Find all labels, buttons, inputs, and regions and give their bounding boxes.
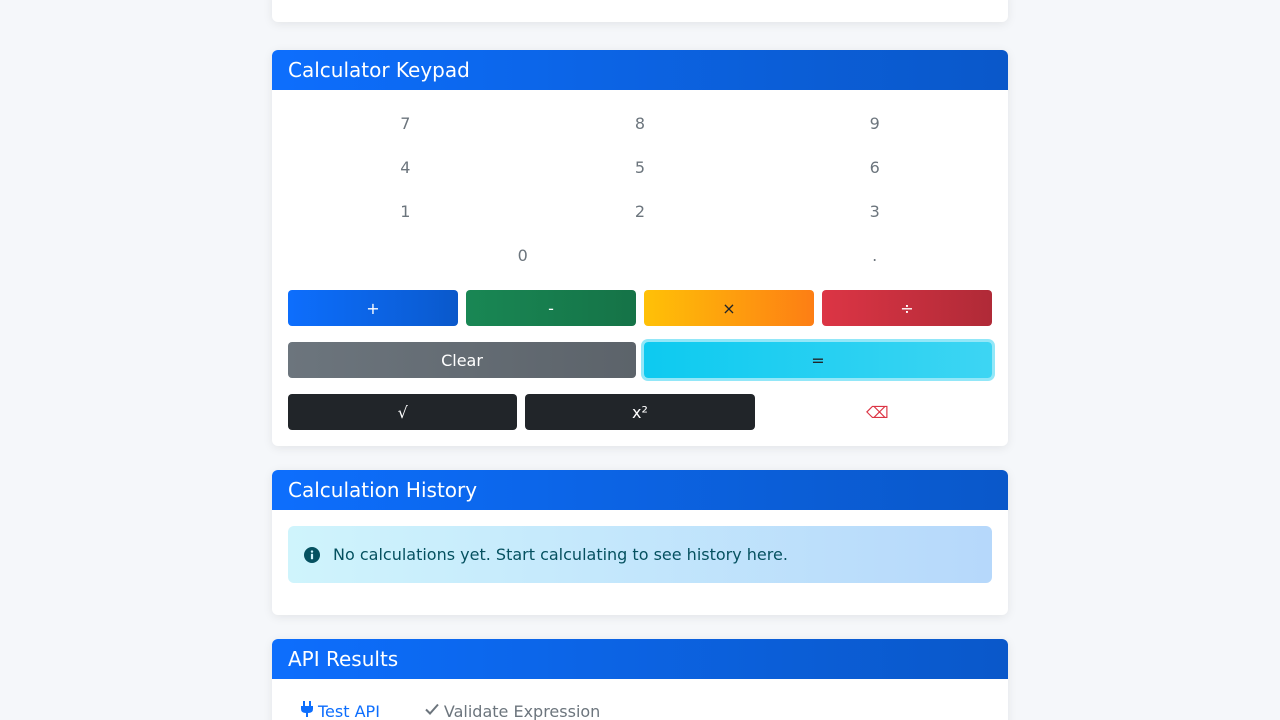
- divide-button[interactable]: ÷: [822, 290, 992, 326]
- info-circle-icon: [304, 546, 320, 563]
- digit-0-button[interactable]: 0: [288, 237, 757, 273]
- digit-3-button[interactable]: 3: [757, 193, 992, 229]
- api-results-card: API Results Test API Validate Expression: [272, 639, 1008, 720]
- digit-1-button[interactable]: 1: [288, 193, 523, 229]
- check-icon: [424, 701, 440, 720]
- action-row: Clear =: [288, 342, 992, 378]
- plug-icon: [300, 701, 314, 720]
- digit-9-button[interactable]: 9: [757, 105, 992, 141]
- keypad-card: Calculator Keypad 7 8 9 4 5 6 1 2 3 0 . …: [272, 50, 1008, 446]
- backspace-button[interactable]: ⌫: [763, 394, 992, 430]
- multiply-button[interactable]: ×: [644, 290, 814, 326]
- tab-test-api-label: Test API: [318, 701, 380, 720]
- tab-validate-expression[interactable]: Validate Expression: [412, 701, 600, 720]
- digit-row-3: 1 2 3: [288, 193, 992, 229]
- history-empty-alert: No calculations yet. Start calculating t…: [288, 526, 992, 583]
- history-card: Calculation History No calculations yet.…: [272, 470, 1008, 615]
- digit-7-button[interactable]: 7: [288, 105, 523, 141]
- tab-test-api[interactable]: Test API: [288, 701, 380, 720]
- history-card-title: Calculation History: [272, 470, 1008, 510]
- digit-row-1: 7 8 9: [288, 105, 992, 141]
- operator-row: + - × ÷: [288, 290, 992, 326]
- api-results-title: API Results: [272, 639, 1008, 679]
- api-tabs: Test API Validate Expression: [288, 701, 600, 720]
- function-row: √ x² ⌫: [288, 394, 992, 430]
- add-button[interactable]: +: [288, 290, 458, 326]
- decimal-point-button[interactable]: .: [757, 237, 992, 273]
- clear-button[interactable]: Clear: [288, 342, 636, 378]
- tab-validate-expression-label: Validate Expression: [443, 701, 601, 720]
- digit-row-4: 0 .: [288, 237, 992, 273]
- digit-8-button[interactable]: 8: [523, 105, 758, 141]
- digit-5-button[interactable]: 5: [523, 149, 758, 185]
- digit-row-2: 4 5 6: [288, 149, 992, 185]
- square-button[interactable]: x²: [525, 394, 755, 430]
- digit-6-button[interactable]: 6: [757, 149, 992, 185]
- equals-button[interactable]: =: [644, 342, 992, 378]
- digit-2-button[interactable]: 2: [523, 193, 758, 229]
- subtract-button[interactable]: -: [466, 290, 636, 326]
- square-root-button[interactable]: √: [288, 394, 518, 430]
- digit-4-button[interactable]: 4: [288, 149, 523, 185]
- previous-card: [272, 0, 1008, 22]
- history-empty-message: No calculations yet. Start calculating t…: [333, 545, 788, 564]
- keypad-card-title: Calculator Keypad: [272, 50, 1008, 90]
